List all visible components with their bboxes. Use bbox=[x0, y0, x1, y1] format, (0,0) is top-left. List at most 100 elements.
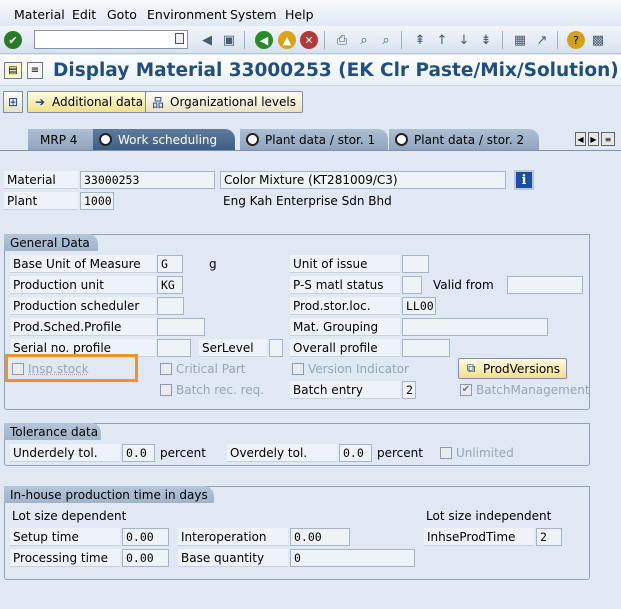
plant-description: Eng Kah Enterprise Sdn Bhd bbox=[223, 194, 392, 208]
batch-entry-field[interactable]: 2 bbox=[402, 381, 416, 399]
setup-time-field[interactable]: 0.00 bbox=[122, 528, 169, 546]
batch-management-checkbox[interactable]: ✔ BatchManagement bbox=[460, 383, 590, 397]
tab-scroll-left-icon[interactable]: ◀ bbox=[575, 132, 586, 146]
tab-scroll-right-icon[interactable]: ▶ bbox=[588, 132, 599, 146]
serlevel-field[interactable] bbox=[269, 339, 283, 357]
material-field[interactable]: 33000253 bbox=[80, 171, 215, 189]
menu-goto[interactable]: Goto bbox=[107, 7, 137, 22]
batch-rec-req-checkbox[interactable]: Batch rec. req. bbox=[160, 383, 264, 397]
toolbar-separator bbox=[557, 31, 558, 49]
production-scheduler-field[interactable] bbox=[157, 297, 184, 315]
toolbar-separator bbox=[244, 31, 245, 49]
prodversions-button[interactable]: ⧉ ProdVersions bbox=[458, 358, 568, 379]
last-page-icon[interactable]: ⇟ bbox=[477, 31, 495, 49]
document-icon[interactable]: ≡ bbox=[27, 62, 43, 79]
production-scheduler-label: Production scheduler bbox=[10, 297, 156, 315]
insp-stock-label: Insp.stock bbox=[28, 362, 89, 376]
command-history-icon[interactable] bbox=[175, 33, 184, 44]
tab-work-scheduling[interactable]: Work scheduling bbox=[93, 129, 235, 150]
additional-data-label: Additional data bbox=[52, 95, 144, 109]
unit-of-issue-field[interactable] bbox=[402, 255, 429, 273]
prev-page-icon[interactable]: ↑ bbox=[433, 31, 451, 49]
interoperation-label: Interoperation bbox=[178, 528, 288, 546]
find-icon[interactable]: ⌕ bbox=[355, 31, 373, 49]
batch-entry-label: Batch entry bbox=[290, 381, 400, 399]
checkbox-box bbox=[160, 363, 172, 375]
checkbox-box bbox=[160, 384, 172, 396]
cancel-icon[interactable]: ✕ bbox=[300, 31, 318, 49]
menu-material[interactable]: Material bbox=[14, 7, 65, 22]
overdely-percent-label: percent bbox=[377, 446, 423, 460]
unlimited-checkbox[interactable]: Unlimited bbox=[440, 446, 514, 460]
screen-icon[interactable]: ▤ bbox=[4, 62, 22, 79]
critical-part-checkbox[interactable]: Critical Part bbox=[160, 362, 245, 376]
tab-list-icon[interactable]: ≡ bbox=[601, 132, 615, 146]
find-next-icon[interactable]: ⌕ bbox=[377, 31, 395, 49]
info-icon[interactable]: i bbox=[514, 170, 534, 190]
underdely-tol-field[interactable]: 0.0 bbox=[122, 444, 155, 462]
mat-grouping-field[interactable] bbox=[402, 318, 548, 336]
toolbar-separator bbox=[401, 31, 402, 49]
lot-size-independent-label: Lot size independent bbox=[426, 509, 552, 523]
lot-size-dependent-label: Lot size dependent bbox=[12, 509, 127, 523]
menu-edit[interactable]: Edit bbox=[72, 7, 96, 22]
interoperation-field[interactable]: 0.00 bbox=[290, 528, 350, 546]
base-quantity-field[interactable]: 0 bbox=[290, 549, 415, 567]
save-icon[interactable]: ▣ bbox=[220, 31, 238, 49]
material-description-field[interactable]: Color Mixture (KT281009/C3) bbox=[220, 171, 506, 189]
overall-profile-field[interactable] bbox=[402, 339, 450, 357]
unit-of-issue-label: Unit of issue bbox=[290, 255, 400, 273]
enter-icon[interactable]: ✔ bbox=[4, 31, 22, 49]
copy-icon: ⧉ bbox=[466, 361, 476, 375]
underdely-tol-label: Underdely tol. bbox=[10, 444, 120, 462]
tab-plant-data-stor-1[interactable]: Plant data / stor. 1 bbox=[240, 129, 388, 150]
plant-label: Plant bbox=[4, 192, 78, 210]
prod-sched-profile-field[interactable] bbox=[157, 318, 205, 336]
command-field[interactable] bbox=[34, 30, 188, 49]
views-icon[interactable]: ⊞ bbox=[3, 91, 23, 113]
insp-stock-checkbox[interactable]: Insp.stock bbox=[12, 362, 89, 376]
checkbox-box bbox=[292, 363, 304, 375]
first-page-icon[interactable]: ⇞ bbox=[411, 31, 429, 49]
next-page-icon[interactable]: ↓ bbox=[455, 31, 473, 49]
tab-label: MRP 4 bbox=[40, 132, 78, 147]
tab-label: Plant data / stor. 1 bbox=[265, 132, 376, 147]
back-arrow-icon[interactable]: ◀ bbox=[198, 31, 216, 49]
checkbox-box bbox=[12, 363, 24, 375]
shortcut-icon[interactable]: ↗ bbox=[533, 31, 551, 49]
processing-time-field[interactable]: 0.00 bbox=[122, 549, 169, 567]
valid-from-field[interactable] bbox=[507, 276, 583, 294]
plant-field[interactable]: 1000 bbox=[80, 192, 114, 210]
inhse-prod-time-label: InhseProdTime bbox=[424, 528, 534, 546]
prod-stor-loc-field[interactable]: LL00 bbox=[402, 297, 436, 315]
organizational-levels-button[interactable]: 品 Organizational levels bbox=[145, 91, 304, 113]
exit-icon[interactable]: ▲ bbox=[278, 31, 296, 49]
production-unit-label: Production unit bbox=[10, 276, 156, 294]
version-indicator-checkbox[interactable]: Version Indicator bbox=[292, 362, 409, 376]
back-icon[interactable]: ◀ bbox=[255, 31, 273, 49]
menu-help[interactable]: Help bbox=[285, 7, 314, 22]
hierarchy-icon: 品 bbox=[151, 95, 164, 110]
tab-plant-data-stor-2[interactable]: Plant data / stor. 2 bbox=[389, 129, 539, 150]
serlevel-label: SerLevel bbox=[199, 339, 267, 357]
checkbox-box bbox=[440, 447, 452, 459]
help-icon[interactable]: ? bbox=[567, 31, 585, 49]
inhse-prod-time-field[interactable]: 2 bbox=[536, 528, 562, 546]
additional-data-button[interactable]: ➔ Additional data bbox=[27, 91, 151, 113]
general-data-title: General Data bbox=[4, 234, 98, 251]
valid-from-label: Valid from bbox=[433, 278, 494, 292]
menu-environment[interactable]: Environment bbox=[147, 7, 227, 22]
toolbar-separator bbox=[324, 31, 325, 49]
ps-matl-status-label: P-S matl status bbox=[290, 276, 400, 294]
base-uom-field[interactable]: G bbox=[157, 255, 183, 273]
menu-system[interactable]: System bbox=[230, 7, 277, 22]
print-icon[interactable]: ⎙ bbox=[333, 31, 351, 49]
overdely-tol-field[interactable]: 0.0 bbox=[339, 444, 372, 462]
ps-matl-status-field[interactable] bbox=[402, 276, 422, 294]
prod-sched-profile-label: Prod.Sched.Profile bbox=[10, 318, 156, 336]
customize-layout-icon[interactable]: ▩ bbox=[589, 31, 607, 49]
page-title: Display Material 33000253 (EK Clr Paste/… bbox=[53, 60, 619, 81]
serial-no-profile-field[interactable] bbox=[157, 339, 191, 357]
production-unit-field[interactable]: KG bbox=[157, 276, 183, 294]
create-session-icon[interactable]: ▦ bbox=[511, 31, 529, 49]
